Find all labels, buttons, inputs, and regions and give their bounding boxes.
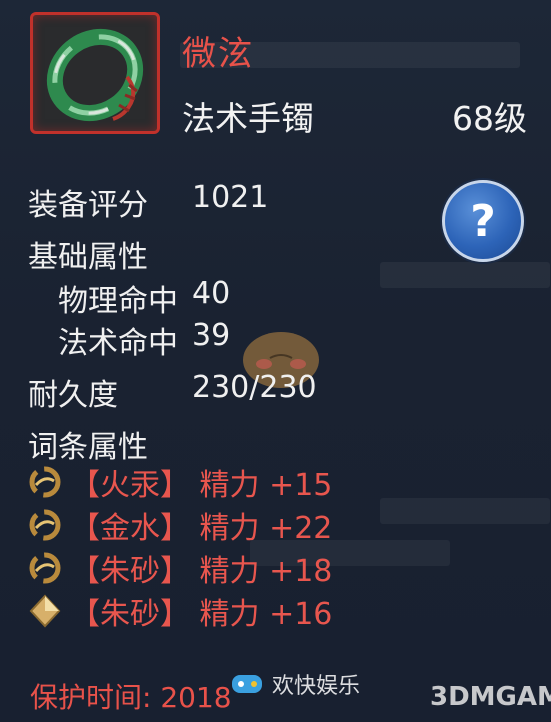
background-overlay bbox=[380, 498, 550, 524]
item-name: 微泫 bbox=[182, 34, 254, 74]
affix-text: 【金水】 精力 +22 bbox=[70, 511, 333, 546]
swirl-icon bbox=[29, 509, 61, 541]
background-overlay bbox=[380, 262, 550, 288]
site-watermark: 欢快娱乐 bbox=[230, 668, 360, 700]
swirl-icon bbox=[29, 552, 61, 584]
base-attributes-label: 基础属性 bbox=[28, 240, 148, 275]
brand-logo: 3DMGAME bbox=[430, 682, 551, 712]
help-button[interactable]: ? bbox=[442, 180, 524, 262]
durability-label: 耐久度 bbox=[28, 378, 118, 413]
affix-row: 【金水】 精力 +22 bbox=[28, 505, 333, 546]
magic-hit-label: 法术命中 bbox=[58, 326, 178, 361]
physical-hit-label: 物理命中 bbox=[58, 284, 178, 319]
watermark-text: 欢快娱乐 bbox=[272, 674, 361, 699]
affix-text: 【朱砂】 精力 +16 bbox=[70, 597, 333, 632]
affix-text: 【朱砂】 精力 +18 bbox=[70, 554, 333, 589]
jade-bracelet-icon bbox=[46, 28, 144, 122]
magic-hit-value: 39 bbox=[192, 318, 231, 353]
physical-hit-value: 40 bbox=[192, 276, 231, 311]
score-value: 1021 bbox=[192, 180, 269, 215]
item-tooltip-panel: 微泫 法术手镯 68级 装备评分 1021 ? 基础属性 物理命中 40 法术命… bbox=[0, 0, 551, 722]
durability-value: 230/230 bbox=[192, 370, 317, 405]
affix-text: 【火汞】 精力 +15 bbox=[70, 468, 333, 503]
affix-row: 【朱砂】 精力 +16 bbox=[28, 591, 333, 632]
item-level: 68级 bbox=[452, 99, 527, 138]
protection-time: 保护时间: 2018 bbox=[30, 681, 232, 714]
question-mark-icon: ? bbox=[470, 195, 496, 247]
affix-row: 【火汞】 精力 +15 bbox=[28, 462, 333, 503]
diamond-icon bbox=[29, 594, 61, 628]
item-icon-frame[interactable] bbox=[30, 12, 160, 134]
gamepad-icon bbox=[232, 675, 262, 693]
swirl-icon bbox=[29, 466, 61, 498]
affix-row: 【朱砂】 精力 +18 bbox=[28, 548, 333, 589]
item-type: 法术手镯 bbox=[182, 99, 314, 138]
score-label: 装备评分 bbox=[28, 188, 148, 223]
